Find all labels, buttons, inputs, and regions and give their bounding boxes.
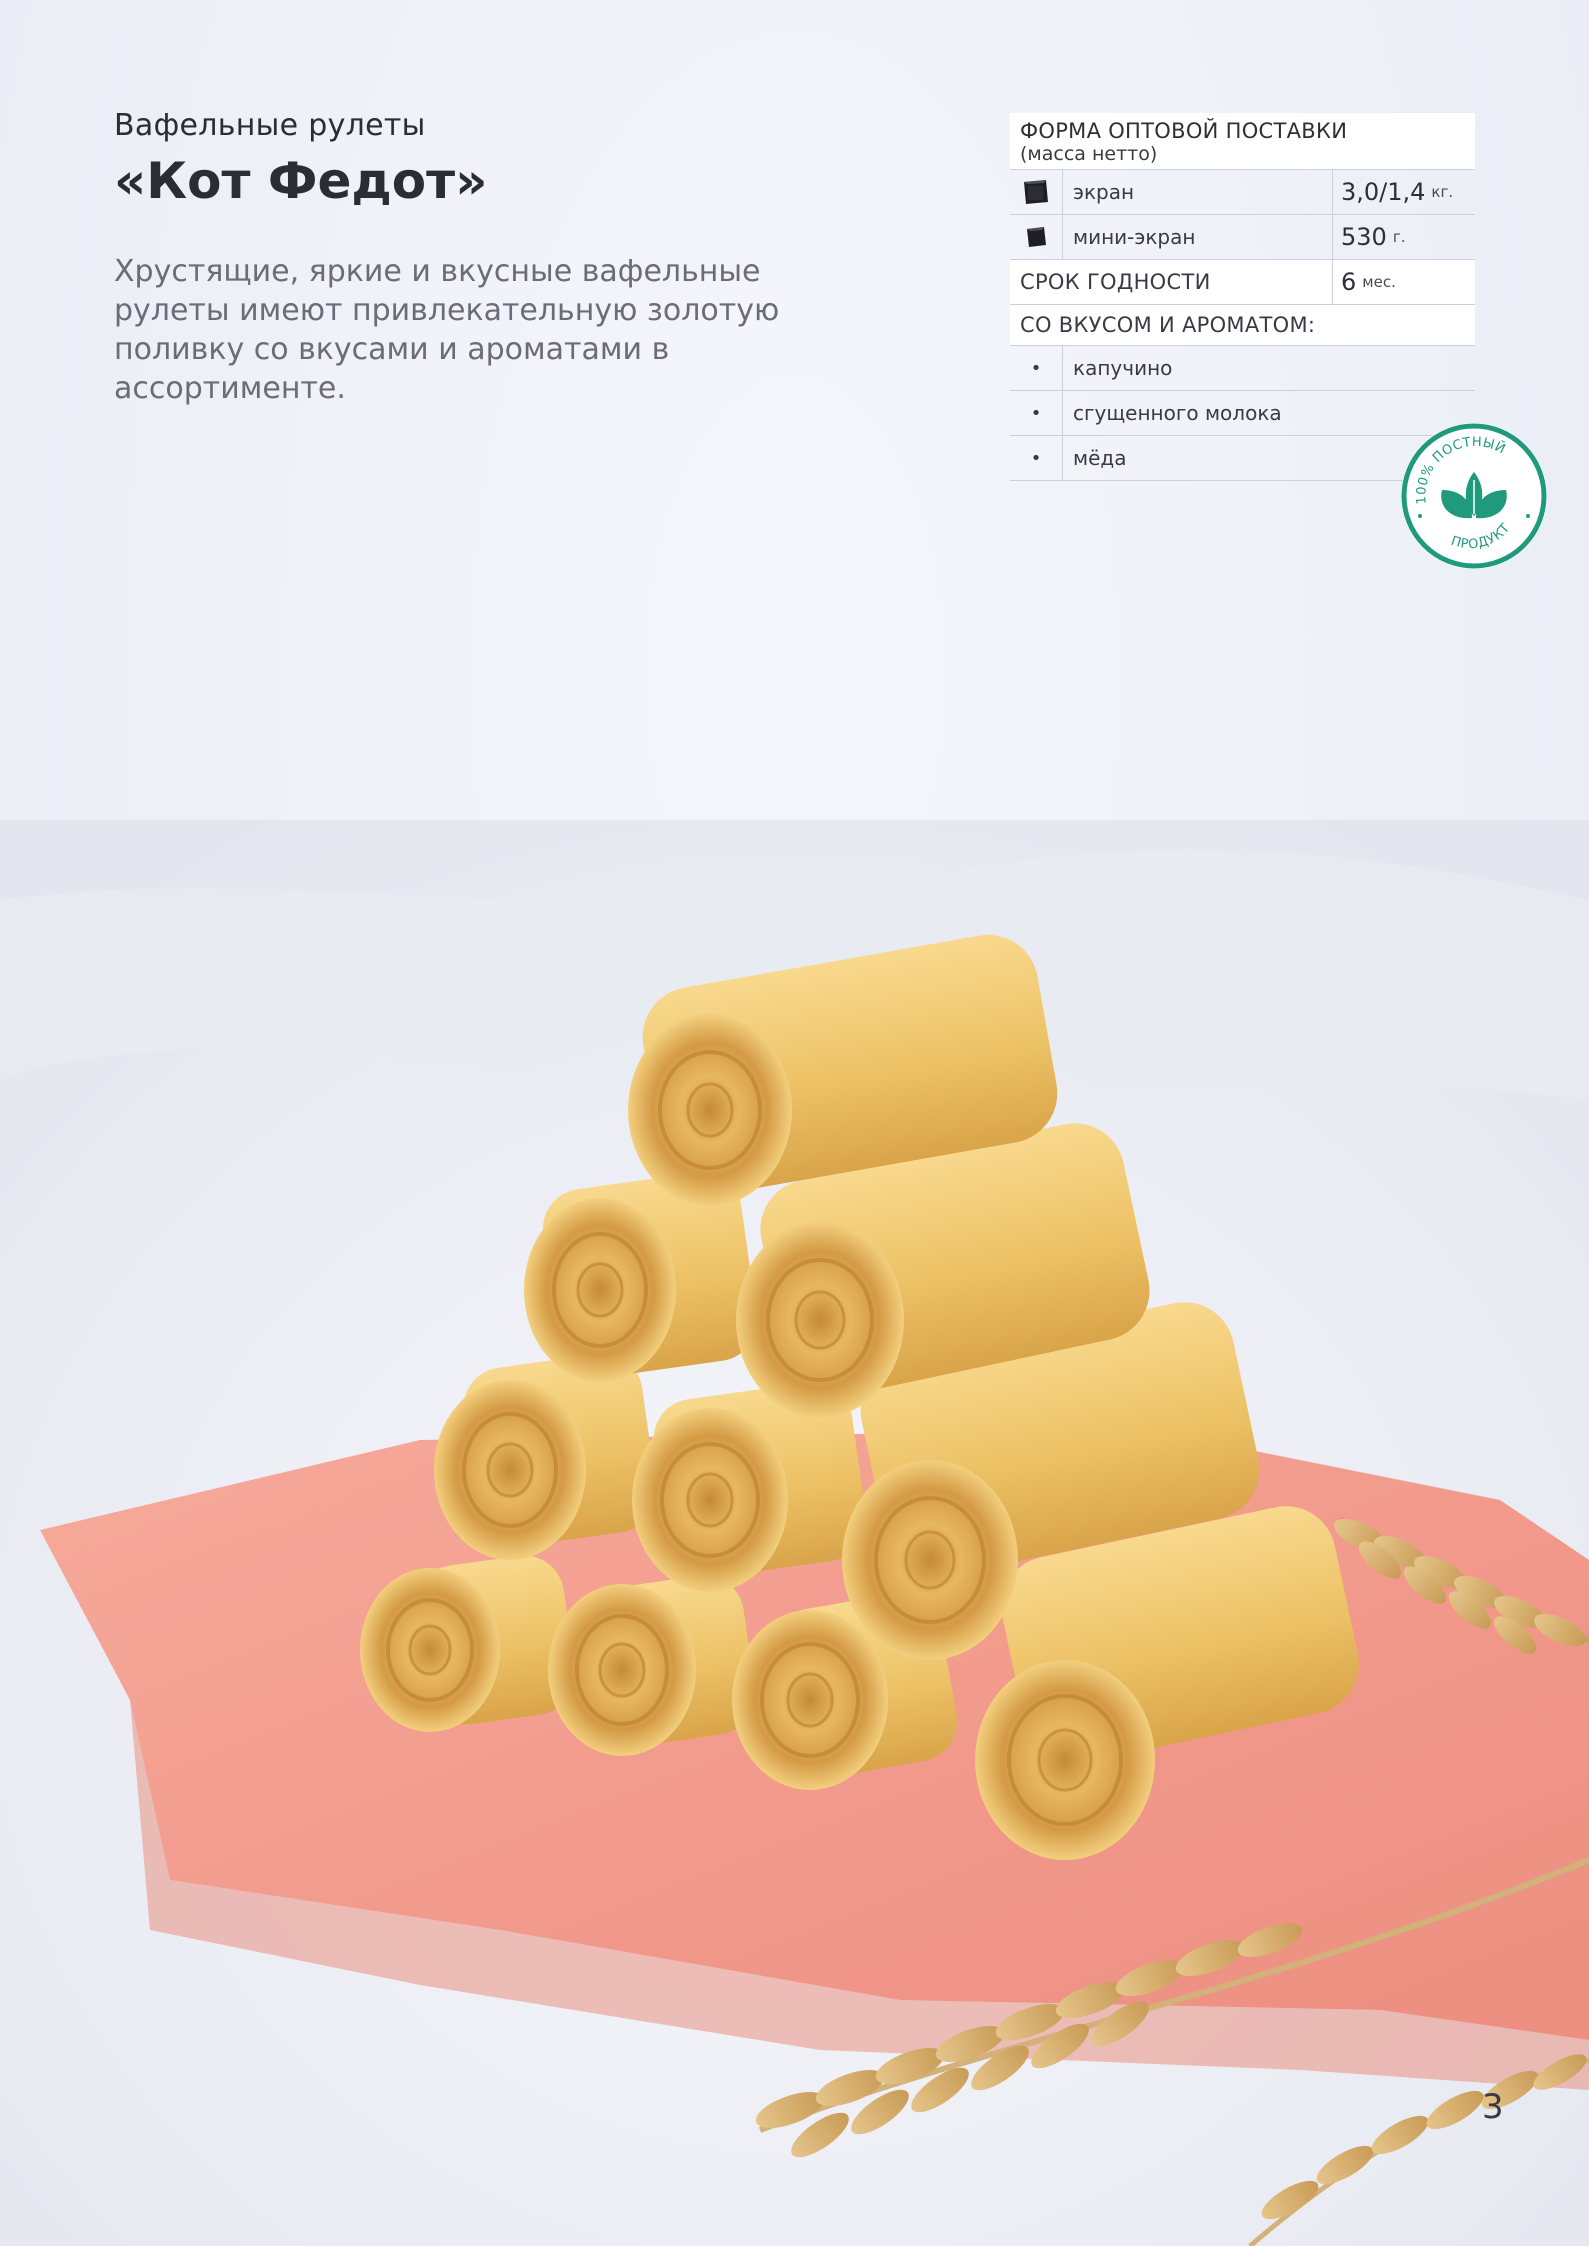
packaging-value: 3,0/1,4 кг. [1332,170,1475,214]
shelf-life-value: 6 мес. [1332,260,1475,304]
packaging-weight: 530 [1341,223,1387,251]
box-icon [1010,170,1063,214]
flavor-name: капучино [1073,356,1173,380]
product-subtitle: Вафельные рулеты [114,108,426,143]
packaging-name: экран [1073,180,1135,204]
packaging-unit: кг. [1431,183,1454,201]
bullet-icon: • [1010,346,1063,390]
product-description: Хрустящие, яркие и вкусные вафельные рул… [114,254,780,406]
catalog-page: Вафельные рулеты «Кот Федот» Хрустящие, … [0,0,1589,2246]
packaging-unit: г. [1392,228,1406,246]
shelf-life-row: СРОК ГОДНОСТИ 6 мес. [1010,260,1475,305]
flavors-header-row: СО ВКУСОМ И АРОМАТОМ: [1010,305,1475,346]
lenten-product-badge: 100% ПОСТНЫЙ ПРОДУКТ [1401,423,1547,569]
flavor-row: • капучино [1010,346,1475,391]
shelf-life-label: СРОК ГОДНОСТИ [1020,270,1211,294]
shelf-life-unit: мес. [1362,273,1396,291]
bullet-icon: • [1010,436,1063,480]
spec-header-title: ФОРМА ОПТОВОЙ ПОСТАВКИ [1020,119,1348,143]
packaging-row: экран 3,0/1,4 кг. [1010,170,1475,215]
packaging-weight: 3,0/1,4 [1341,178,1426,206]
page-number: 3 [1482,2087,1504,2127]
packaging-row: мини-экран 530 г. [1010,215,1475,260]
flavors-header: СО ВКУСОМ И АРОМАТОМ: [1020,313,1316,337]
packaging-name: мини-экран [1073,225,1196,249]
spec-header-note: (масса нетто) [1020,143,1158,165]
bullet-icon: • [1010,391,1063,435]
small-box-icon [1010,215,1063,259]
shelf-life-number: 6 [1341,268,1357,296]
packaging-value: 530 г. [1332,215,1475,259]
product-title: «Кот Федот» [114,152,488,210]
spec-header: ФОРМА ОПТОВОЙ ПОСТАВКИ (масса нетто) [1010,113,1475,170]
